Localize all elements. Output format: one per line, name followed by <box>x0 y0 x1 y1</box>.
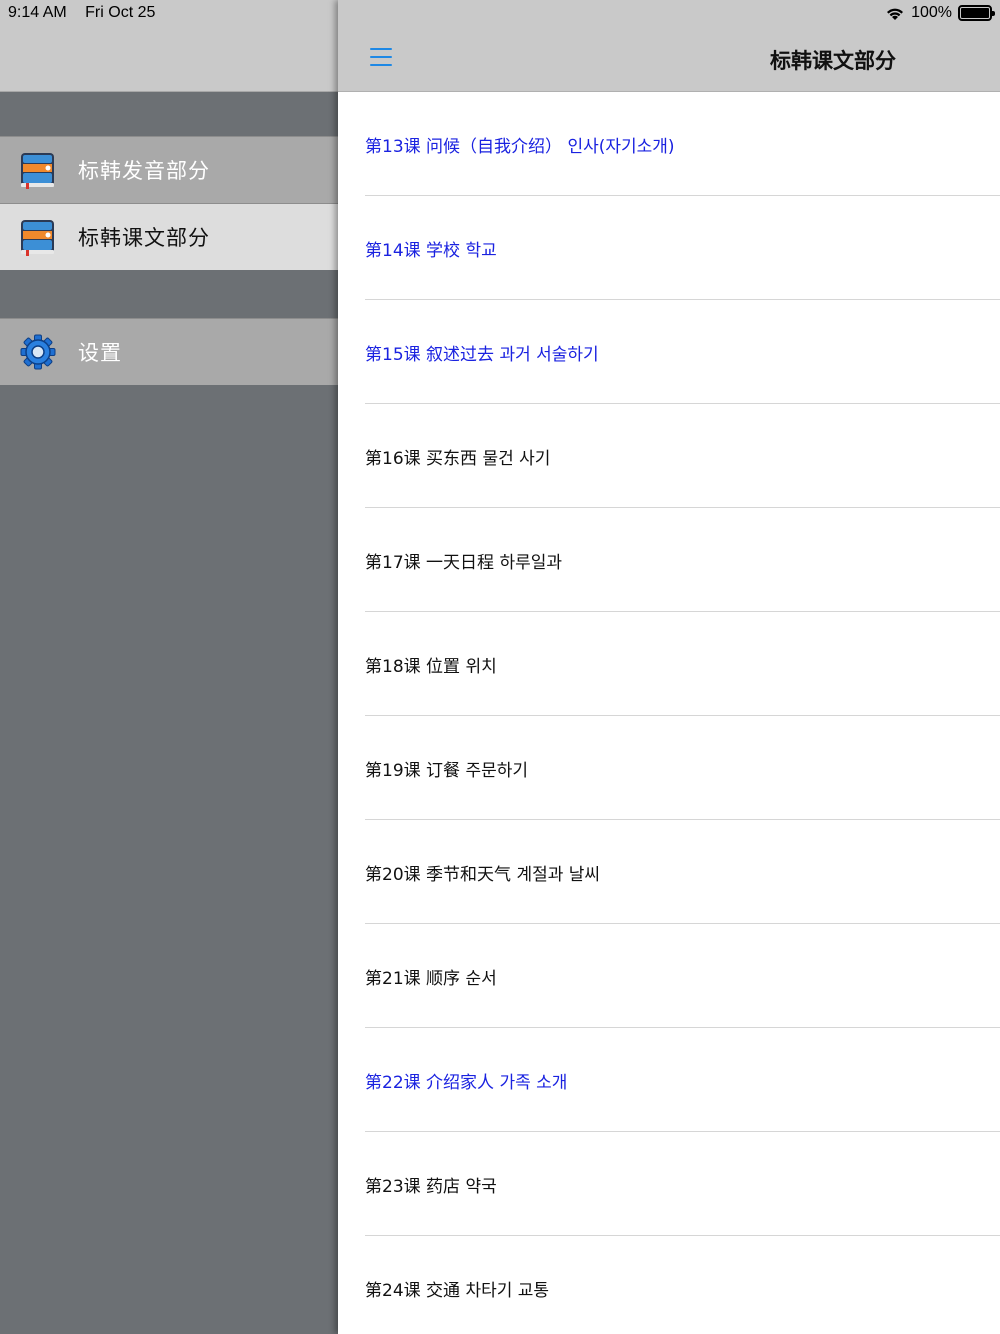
sidebar: 标韩发音部分 标韩课文部分 设置 <box>0 0 338 1334</box>
wifi-icon <box>887 8 904 20</box>
sidebar-item-settings[interactable]: 设置 <box>0 318 338 385</box>
status-time: 9:14 AM <box>8 4 67 21</box>
lesson-row-18[interactable]: 第18课 位置 위치 <box>338 612 1000 716</box>
lesson-row-23[interactable]: 第23课 药店 약국 <box>338 1132 1000 1236</box>
lesson-row-21[interactable]: 第21课 顺序 순서 <box>338 924 1000 1028</box>
book-icon <box>21 220 54 256</box>
lesson-row-22[interactable]: 第22课 介绍家人 가족 소개 <box>338 1028 1000 1132</box>
main-panel: 标韩课文部分 第13课 问候（自我介绍） 인사(자기소개) 第14课 学校 학교… <box>338 0 1000 1334</box>
lesson-row-16[interactable]: 第16课 买东西 물건 사기 <box>338 404 1000 508</box>
lesson-row-20[interactable]: 第20课 季节和天气 계절과 날씨 <box>338 820 1000 924</box>
book-icon <box>21 153 54 189</box>
sidebar-section-content: 标韩发音部分 标韩课文部分 <box>0 136 338 270</box>
sidebar-item-label: 标韩课文部分 <box>78 226 210 250</box>
lesson-row-19[interactable]: 第19课 订餐 주문하기 <box>338 716 1000 820</box>
sidebar-item-texts[interactable]: 标韩课文部分 <box>0 203 338 270</box>
lesson-row-17[interactable]: 第17课 一天日程 하루일과 <box>338 508 1000 612</box>
sidebar-item-pronunciation[interactable]: 标韩发音部分 <box>0 136 338 203</box>
lesson-row-24[interactable]: 第24课 交通 차타기 교통 <box>338 1236 1000 1334</box>
hamburger-icon[interactable] <box>370 48 392 66</box>
sidebar-item-label: 标韩发音部分 <box>78 159 210 183</box>
sidebar-item-label: 设置 <box>78 341 122 365</box>
gear-icon <box>20 334 56 370</box>
status-date: Fri Oct 25 <box>85 4 156 21</box>
status-bar-left: 9:14 AM Fri Oct 25 <box>8 4 155 22</box>
lesson-list: 第13课 问候（自我介绍） 인사(자기소개) 第14课 学校 학교 第15课 叙… <box>338 92 1000 1334</box>
lesson-row-14[interactable]: 第14课 学校 학교 <box>338 196 1000 300</box>
page-title: 标韩课文部分 <box>770 49 896 73</box>
battery-percent: 100% <box>911 4 952 21</box>
lesson-row-15[interactable]: 第15课 叙述过去 과거 서술하기 <box>338 300 1000 404</box>
sidebar-section-settings: 设置 <box>0 318 338 385</box>
lesson-row-13[interactable]: 第13课 问候（自我介绍） 인사(자기소개) <box>338 92 1000 196</box>
status-bar-right: 100% <box>885 4 995 22</box>
battery-icon <box>958 5 995 21</box>
